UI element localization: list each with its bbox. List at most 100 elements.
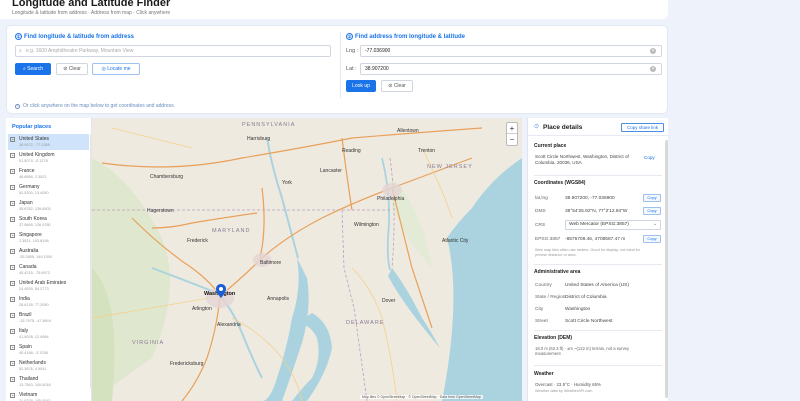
zoom-in-button[interactable]: + bbox=[507, 123, 517, 134]
expand-icon: + bbox=[10, 329, 15, 334]
place-coordinates: 51.5074, -0.1278 bbox=[19, 159, 48, 163]
state-label: State / Region bbox=[535, 295, 566, 300]
finder-panel: ① Find longitude & latitude from address … bbox=[6, 25, 668, 114]
place-name: France bbox=[19, 168, 35, 174]
sidebar-item-place[interactable]: + Italy 41.9028, 12.4964 bbox=[8, 326, 89, 342]
zoom-out-button[interactable]: − bbox=[507, 134, 517, 145]
lat-label: Lat : bbox=[346, 66, 357, 72]
place-name: Vietnam bbox=[19, 392, 38, 398]
map-label-harrisburg: Harrisburg bbox=[247, 136, 271, 142]
map-attribution[interactable]: Map tiles © OpenStreetMap · © OpenStreet… bbox=[360, 395, 483, 399]
copy-epsg-button[interactable]: Copy bbox=[643, 235, 661, 243]
sidebar-item-place[interactable]: + India 28.6139, 77.2090 bbox=[8, 294, 89, 310]
weather-value: Overcast · 23.5°C · Humidity 65% bbox=[535, 382, 601, 387]
map-label-chambersburg: Chambersburg bbox=[150, 174, 184, 180]
expand-icon: + bbox=[10, 361, 15, 366]
expand-icon: + bbox=[10, 185, 15, 190]
sidebar-item-place[interactable]: + Canada 45.4215, -75.6972 bbox=[8, 262, 89, 278]
copy-address-link[interactable]: Copy bbox=[644, 155, 655, 160]
expand-icon: + bbox=[10, 169, 15, 174]
expand-icon: + bbox=[10, 249, 15, 254]
current-place-address: Scott Circle Northwest, Washington, Dist… bbox=[535, 154, 629, 165]
lng-label: Lng : bbox=[346, 48, 359, 54]
sidebar-item-place[interactable]: + Japan 35.6762, 139.6503 bbox=[8, 198, 89, 214]
place-coordinates: 1.3521, 103.8198 bbox=[19, 239, 49, 243]
sidebar-item-place[interactable]: + Germany 52.5200, 13.4050 bbox=[8, 182, 89, 198]
street-value: Scott Circle Northwest bbox=[565, 319, 613, 324]
crs-note: Web map tiles often use meters. Good for… bbox=[535, 248, 641, 257]
sidebar-item-place[interactable]: + Brazil -15.7975, -47.8919 bbox=[8, 310, 89, 326]
administrative-area-title: Administrative area bbox=[534, 269, 581, 275]
map-label-maryland: MARYLAND bbox=[212, 228, 251, 234]
place-coordinates: 40.4168, -3.7038 bbox=[19, 351, 48, 355]
place-coordinates: 37.5665, 126.9780 bbox=[19, 223, 51, 227]
divider bbox=[534, 264, 662, 265]
sidebar-item-place[interactable]: + United Arab Emirates 24.4539, 54.3773 bbox=[8, 278, 89, 294]
look-up-button[interactable]: Look up bbox=[346, 80, 376, 92]
lng-input[interactable]: -77.036900 bbox=[360, 45, 662, 57]
sidebar-item-place[interactable]: + United States 38.9072, -77.0369 bbox=[8, 134, 89, 150]
map-label-wilmington: Wilmington bbox=[354, 222, 379, 228]
sidebar-item-place[interactable]: + Spain 40.4168, -3.7038 bbox=[8, 342, 89, 358]
copy-dms-button[interactable]: Copy bbox=[643, 207, 661, 215]
lat-input[interactable]: 38.907200 bbox=[360, 63, 662, 75]
sidebar-item-place[interactable]: + Singapore 1.3521, 103.8198 bbox=[8, 230, 89, 246]
expand-icon: + bbox=[10, 281, 15, 286]
sidebar-item-place[interactable]: + United Kingdom 51.5074, -0.1278 bbox=[8, 150, 89, 166]
place-name: Singapore bbox=[19, 232, 42, 238]
crs-select[interactable]: Web Mercator (EPSG:3857) ⌄ bbox=[565, 220, 661, 230]
details-scrollbar[interactable] bbox=[665, 140, 668, 398]
pin-icon: ⊙ bbox=[534, 124, 540, 130]
sidebar-item-place[interactable]: + France 48.8566, 2.3522 bbox=[8, 166, 89, 182]
clear-coords-button[interactable]: ⊘ Clear bbox=[381, 80, 413, 92]
place-coordinates: 48.8566, 2.3522 bbox=[19, 175, 47, 179]
place-coordinates: 38.9072, -77.0369 bbox=[19, 143, 50, 147]
place-name: Italy bbox=[19, 328, 29, 334]
map-label-atlantic-city: Atlantic City bbox=[442, 238, 469, 244]
state-value: District of Columbia bbox=[565, 295, 607, 300]
place-name: Japan bbox=[19, 200, 33, 206]
sidebar-item-place[interactable]: + Thailand 13.7563, 100.5018 bbox=[8, 374, 89, 390]
map-tiles[interactable] bbox=[92, 118, 522, 401]
place-name: Brazil bbox=[19, 312, 32, 318]
crs-label: CRS bbox=[535, 223, 546, 228]
place-details-panel: ⊙ Place details Copy share link Current … bbox=[527, 118, 668, 401]
search-button[interactable]: ⌕ Search bbox=[15, 63, 51, 75]
page-title: Longitude and Latitude Finder bbox=[12, 0, 171, 9]
divider bbox=[534, 365, 662, 366]
locate-icon: ◎ bbox=[101, 66, 106, 72]
copy-latlng-button[interactable]: Copy bbox=[643, 194, 661, 202]
location-pin-icon[interactable] bbox=[216, 284, 226, 298]
page-subtitle: Longitude & latitude from address · Addr… bbox=[12, 10, 171, 16]
chevron-down-icon: ⌄ bbox=[652, 222, 657, 227]
elevation-title: Elevation (DEM) bbox=[534, 335, 573, 341]
details-header: ⊙ Place details Copy share link bbox=[528, 118, 668, 136]
lng-clear-icon[interactable]: × bbox=[650, 48, 656, 54]
place-name: United Arab Emirates bbox=[19, 280, 67, 286]
map-view[interactable]: Harrisburg Chambersburg Hagerstown Frede… bbox=[92, 118, 522, 401]
copy-share-link-button[interactable]: Copy share link bbox=[621, 123, 664, 132]
sidebar-item-place[interactable]: + Australia -35.2809, 149.1300 bbox=[8, 246, 89, 262]
sidebar-item-place[interactable]: + Vietnam 21.0278, 105.8342 bbox=[8, 390, 89, 401]
elevation-value: 18.0 m (62.3 ft) · ±m ~(122 m) terrain, … bbox=[535, 346, 630, 356]
city-value: Washington bbox=[565, 307, 591, 312]
section-divider bbox=[340, 32, 341, 98]
sidebar-item-place[interactable]: + Netherlands 52.3676, 4.9041 bbox=[8, 358, 89, 374]
locate-me-button[interactable]: ◎ Locate me bbox=[92, 63, 140, 75]
details-title: Place details bbox=[543, 124, 583, 131]
zoom-control: + − bbox=[506, 122, 518, 146]
map-label-hagerstown: Hagerstown bbox=[147, 208, 174, 214]
map-label-pennsylvania: PENNSYLVANIA bbox=[242, 122, 296, 128]
place-name: Germany bbox=[19, 184, 40, 190]
address-search-input[interactable]: ⌕ e.g. 1600 Amphitheatre Parkway, Mounta… bbox=[15, 45, 331, 57]
sidebar-item-place[interactable]: + South Korea 37.5665, 126.9780 bbox=[8, 214, 89, 230]
expand-icon: + bbox=[10, 153, 15, 158]
lat-clear-icon[interactable]: × bbox=[650, 66, 656, 72]
map-label-philadelphia: Philadelphia bbox=[377, 196, 405, 202]
info-icon: i bbox=[15, 104, 20, 109]
clear-address-button[interactable]: ⊘ Clear bbox=[56, 63, 88, 75]
find-address-title: ① Find longitude & latitude from address bbox=[15, 33, 135, 41]
find-coords-title: ② Find address from longitude & latitude bbox=[346, 33, 466, 41]
country-label: Country bbox=[535, 283, 552, 288]
place-coordinates: 45.4215, -75.6972 bbox=[19, 271, 50, 275]
